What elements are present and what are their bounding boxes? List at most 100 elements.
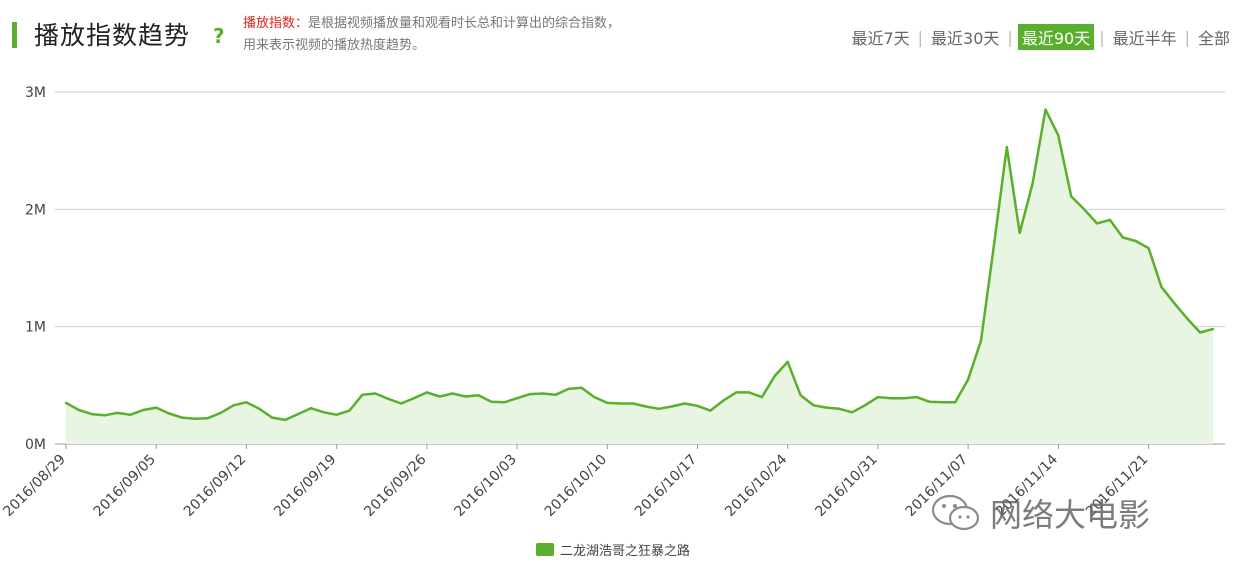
data-point xyxy=(361,393,364,396)
x-tick-label: 2016/10/31 xyxy=(812,452,880,520)
data-point xyxy=(735,391,738,394)
x-tick-label: 2016/09/05 xyxy=(91,452,159,520)
data-point xyxy=(309,407,313,410)
data-point xyxy=(1018,231,1021,234)
data-point xyxy=(850,411,854,414)
data-point xyxy=(812,404,815,407)
data-point xyxy=(245,401,248,404)
chart-legend[interactable]: 二龙湖浩哥之狂暴之路 xyxy=(536,540,690,559)
page-title: 播放指数趋势 xyxy=(34,21,191,50)
data-point xyxy=(631,402,635,405)
data-point xyxy=(271,416,274,419)
x-tick-label: 2016/10/10 xyxy=(542,452,610,520)
range-half-year[interactable]: 最近半年 xyxy=(1110,25,1180,49)
data-point xyxy=(825,406,828,409)
range-30-days[interactable]: 最近30天 xyxy=(928,25,1002,49)
x-tick-label: 2016/09/19 xyxy=(271,452,339,520)
range-separator: | xyxy=(1099,27,1105,47)
data-point xyxy=(683,402,686,405)
description-key: 播放指数： xyxy=(243,16,309,31)
data-point xyxy=(889,397,892,400)
data-point xyxy=(928,400,931,403)
y-tick-label: 0M xyxy=(25,437,46,453)
data-point xyxy=(709,409,712,412)
data-point xyxy=(296,412,300,416)
data-point xyxy=(90,412,94,416)
data-point xyxy=(902,397,905,400)
x-tick-label: 2016/10/17 xyxy=(632,452,700,520)
data-point xyxy=(954,401,957,404)
data-point xyxy=(1186,317,1189,320)
y-tick-label: 1M xyxy=(25,320,46,336)
data-point xyxy=(979,339,983,342)
data-point xyxy=(992,244,996,247)
data-point xyxy=(1057,134,1060,137)
data-point xyxy=(567,387,570,391)
description: 播放指数：是根据视频播放量和观看时长总和计算出的综合指数，用来表示视频的播放热度… xyxy=(243,13,623,57)
help-icon[interactable]: ? xyxy=(213,24,225,48)
data-point xyxy=(490,400,493,403)
data-point xyxy=(1082,208,1086,211)
wechat-icon xyxy=(931,494,980,531)
data-point xyxy=(155,406,158,409)
data-point xyxy=(644,405,648,408)
data-point xyxy=(167,412,171,415)
range-7-days[interactable]: 最近7天 xyxy=(848,25,912,49)
data-point xyxy=(1031,182,1034,185)
data-point xyxy=(180,416,184,419)
data-point xyxy=(747,391,751,394)
data-point xyxy=(773,374,776,378)
data-point xyxy=(876,395,880,399)
data-point xyxy=(515,397,519,400)
data-point xyxy=(193,417,197,420)
watermark: 网络大电影 xyxy=(930,490,1150,536)
title-accent-bar xyxy=(12,22,17,48)
data-point xyxy=(1108,218,1112,222)
data-point xyxy=(1160,285,1163,288)
data-point xyxy=(335,413,338,416)
data-point xyxy=(915,395,918,399)
data-point xyxy=(1147,246,1150,250)
data-point xyxy=(322,411,325,414)
data-point xyxy=(258,407,261,410)
data-point xyxy=(1095,222,1099,225)
range-all[interactable]: 全部 xyxy=(1195,25,1233,49)
data-point xyxy=(387,397,390,400)
data-point xyxy=(1198,331,1202,334)
range-90-days[interactable]: 最近90天 xyxy=(1017,24,1095,50)
data-point xyxy=(283,418,287,422)
data-point xyxy=(503,401,506,404)
data-point xyxy=(722,399,725,402)
x-tick-label: 2016/10/24 xyxy=(722,451,790,519)
data-point xyxy=(580,386,583,389)
chart-header: 播放指数趋势 ? 播放指数：是根据视频播放量和观看时长总和计算出的综合指数，用来… xyxy=(0,0,1243,70)
data-point xyxy=(1070,195,1073,198)
data-point xyxy=(129,413,132,416)
data-point xyxy=(786,360,789,364)
data-point xyxy=(425,391,429,394)
data-point xyxy=(1005,145,1008,149)
data-point xyxy=(77,408,81,412)
play-index-chart: 0M 1M 2M 3M 2016/08/29 2016/09/05 2016/09/12 20… xyxy=(0,85,1225,520)
range-separator: | xyxy=(1184,27,1190,47)
data-point xyxy=(116,411,119,415)
data-point xyxy=(760,395,764,399)
x-tick-label: 2016/10/03 xyxy=(452,452,520,520)
data-point xyxy=(838,407,841,410)
data-point xyxy=(103,414,106,417)
data-point xyxy=(142,408,145,412)
data-point xyxy=(399,402,403,405)
y-tick-label: 2M xyxy=(25,202,46,218)
data-point xyxy=(464,395,467,398)
x-tick-label: 2016/09/26 xyxy=(361,451,429,519)
data-point xyxy=(477,394,480,397)
data-point xyxy=(606,401,609,405)
data-point xyxy=(1121,236,1125,239)
data-point xyxy=(1134,239,1137,243)
data-point xyxy=(348,409,351,412)
watermark-text: 网络大电影 xyxy=(990,496,1151,534)
data-point xyxy=(1173,302,1176,305)
data-point xyxy=(1211,327,1215,331)
data-point xyxy=(438,395,441,398)
time-range-selector: 最近7天 | 最近30天 | 最近90天 | 最近半年 | 全部 xyxy=(848,24,1233,50)
